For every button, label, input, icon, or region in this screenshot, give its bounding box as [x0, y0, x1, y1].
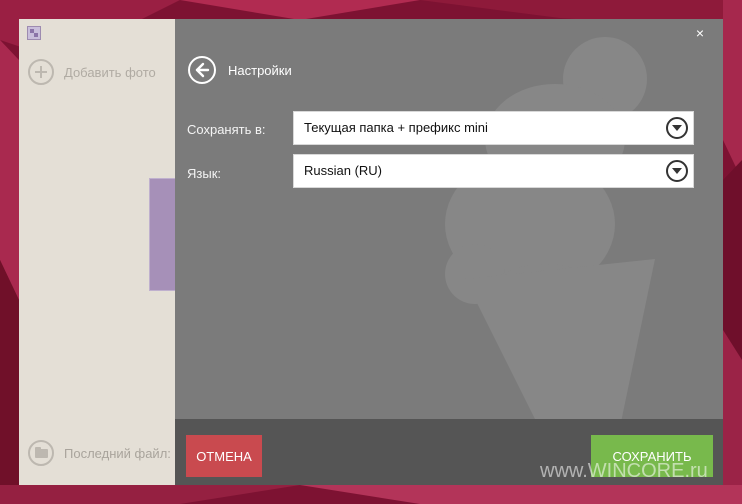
language-dropdown[interactable]: Russian (RU) [293, 154, 694, 188]
back-button[interactable] [188, 56, 216, 84]
last-file-button[interactable]: Последний файл: [28, 440, 171, 466]
save-to-value: Текущая папка + префикс mini [304, 120, 488, 135]
last-file-label: Последний файл: [64, 445, 171, 461]
language-label: Язык: [187, 166, 221, 181]
language-value: Russian (RU) [304, 163, 383, 178]
site-watermark: www.WINCORE.ru [540, 460, 708, 482]
photo-thumbnail[interactable] [149, 178, 177, 291]
add-photo-button[interactable]: Добавить фото [28, 59, 156, 85]
settings-panel: × Настройки Сохранять в: Текущая папка +… [175, 19, 723, 485]
settings-title: Настройки [228, 63, 292, 78]
chevron-down-icon [666, 160, 688, 182]
save-to-dropdown[interactable]: Текущая папка + префикс mini [293, 111, 694, 145]
chevron-down-icon [666, 117, 688, 139]
folder-icon [28, 440, 54, 466]
left-panel: Добавить фото Последний файл: [19, 19, 177, 485]
plus-circle-icon [28, 59, 54, 85]
add-photo-label: Добавить фото [64, 64, 156, 80]
close-button[interactable]: × [692, 25, 708, 41]
arrow-left-icon [195, 62, 210, 78]
cancel-button[interactable]: ОТМЕНА [186, 435, 262, 477]
app-logo-icon [27, 26, 41, 40]
save-to-label: Сохранять в: [187, 122, 266, 137]
ice-cream-watermark-icon [445, 37, 655, 419]
app-window: Добавить фото Последний файл: × Настройк… [19, 19, 723, 485]
